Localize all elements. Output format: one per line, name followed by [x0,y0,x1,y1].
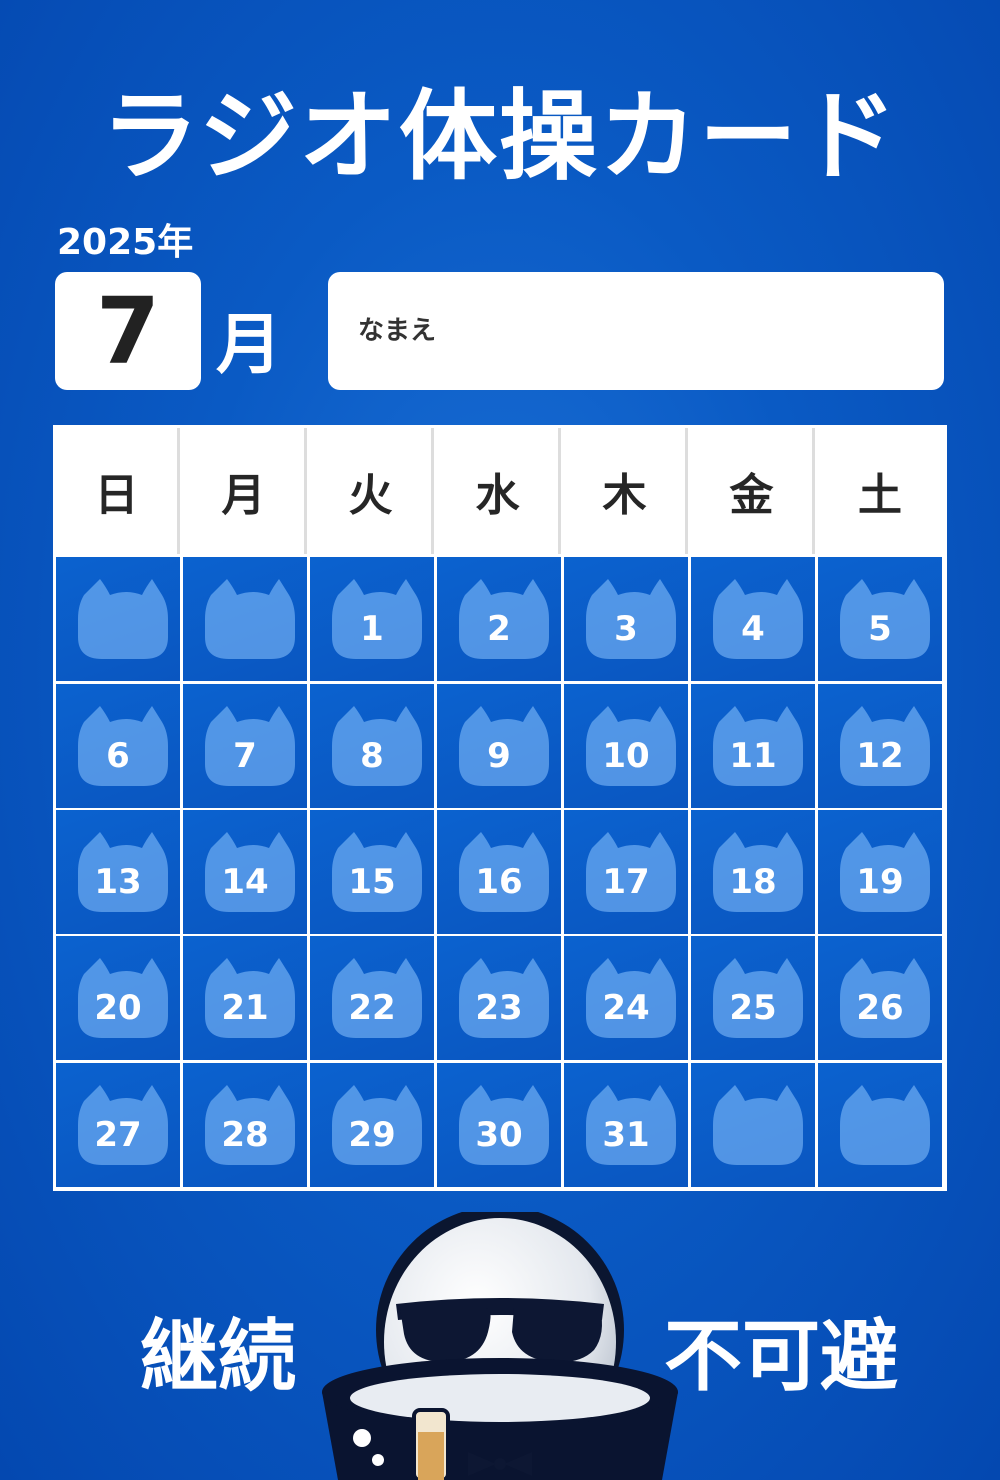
day-number: 2 [487,609,511,649]
day-number: 26 [856,988,904,1028]
day-cell[interactable]: 10 [564,684,688,808]
day-cell[interactable]: 13 [56,810,180,934]
day-number: 22 [348,988,396,1028]
day-cell[interactable]: 3 [564,557,688,681]
day-number: 7 [233,736,257,776]
day-cell[interactable]: 14 [183,810,307,934]
day-number: 19 [856,862,904,902]
day-number: 6 [106,736,130,776]
day-number: 21 [221,988,269,1028]
weekday-tue: 火 [310,428,434,554]
day-number: 5 [868,609,892,649]
name-label: なまえ [358,315,437,346]
day-cell[interactable]: 27 [56,1063,180,1187]
day-cell[interactable]: 2 [437,557,561,681]
day-number: 15 [348,862,396,902]
day-cell[interactable]: 23 [437,936,561,1060]
day-cell[interactable]: 9 [437,684,561,808]
month-number: 7 [95,277,160,385]
day-number: 16 [475,862,523,902]
day-number: 31 [602,1115,650,1155]
day-number: 13 [94,862,142,902]
day-number: 14 [221,862,269,902]
day-number [56,557,180,681]
weekday-sat: 土 [858,470,902,521]
day-cell[interactable]: 1 [310,557,434,681]
day-number [818,1063,942,1187]
day-cell[interactable]: 5 [818,557,942,681]
day-cell[interactable]: 18 [691,810,815,934]
day-cell[interactable]: 12 [818,684,942,808]
weekday-mon: 月 [183,428,307,554]
day-number: 25 [729,988,777,1028]
day-cells: 1 2 3 4 5 6 7 8 9 10 11 12 13 14 15 16 17 18 19 20 21 22 23 24 2… [53,554,947,1191]
day-cell[interactable]: 30 [437,1063,561,1187]
day-number: 3 [614,609,638,649]
weekday-wed: 水 [437,428,561,554]
month-box: 7 [55,272,201,390]
day-number: 20 [94,988,142,1028]
day-number: 11 [729,736,777,776]
day-cell[interactable]: 19 [818,810,942,934]
day-cell[interactable]: 16 [437,810,561,934]
motto-left: 継続 [140,1312,297,1402]
day-number: 1 [360,609,384,649]
weekday-header: 日 月 火 水 木 金 土 [53,425,947,554]
day-number: 18 [729,862,777,902]
day-cell[interactable]: 11 [691,684,815,808]
day-cell[interactable]: 22 [310,936,434,1060]
day-cell[interactable] [818,1063,942,1187]
egg-mascot-icon [322,1212,678,1480]
day-cell[interactable]: 8 [310,684,434,808]
weekday-sun: 日 [56,428,180,554]
day-cell[interactable]: 31 [564,1063,688,1187]
day-cell[interactable]: 21 [183,936,307,1060]
day-number: 10 [602,736,650,776]
day-number [691,1063,815,1187]
day-cell[interactable]: 4 [691,557,815,681]
day-cell[interactable]: 7 [183,684,307,808]
day-cell[interactable]: 17 [564,810,688,934]
year-label: 2025年 [57,222,194,263]
calendar-grid: 日 月 火 水 木 金 土 1 2 3 4 5 6 7 8 9 10 11 12 13 14 15 16 17 1… [53,425,947,1191]
day-number: 30 [475,1115,523,1155]
day-number [183,557,307,681]
day-number: 29 [348,1115,396,1155]
day-cell[interactable] [183,557,307,681]
day-number: 8 [360,736,384,776]
day-number: 17 [602,862,650,902]
day-number: 9 [487,736,511,776]
day-number: 12 [856,736,904,776]
motto-right: 不可避 [664,1312,899,1402]
day-number: 24 [602,988,650,1028]
name-field[interactable]: なまえ [328,272,944,390]
day-cell[interactable]: 24 [564,936,688,1060]
day-number: 28 [221,1115,269,1155]
day-cell[interactable]: 25 [691,936,815,1060]
day-cell[interactable]: 20 [56,936,180,1060]
day-number: 4 [741,609,765,649]
weekday-thu: 木 [564,428,688,554]
card-title: ラジオ体操カード [100,80,900,194]
day-cell[interactable]: 6 [56,684,180,808]
day-cell[interactable] [56,557,180,681]
day-cell[interactable]: 28 [183,1063,307,1187]
day-number: 23 [475,988,523,1028]
day-cell[interactable]: 15 [310,810,434,934]
day-cell[interactable] [691,1063,815,1187]
month-unit: 月 [216,306,282,383]
day-cell[interactable]: 29 [310,1063,434,1187]
weekday-fri: 金 [691,428,815,554]
day-cell[interactable]: 26 [818,936,942,1060]
day-number: 27 [94,1115,142,1155]
